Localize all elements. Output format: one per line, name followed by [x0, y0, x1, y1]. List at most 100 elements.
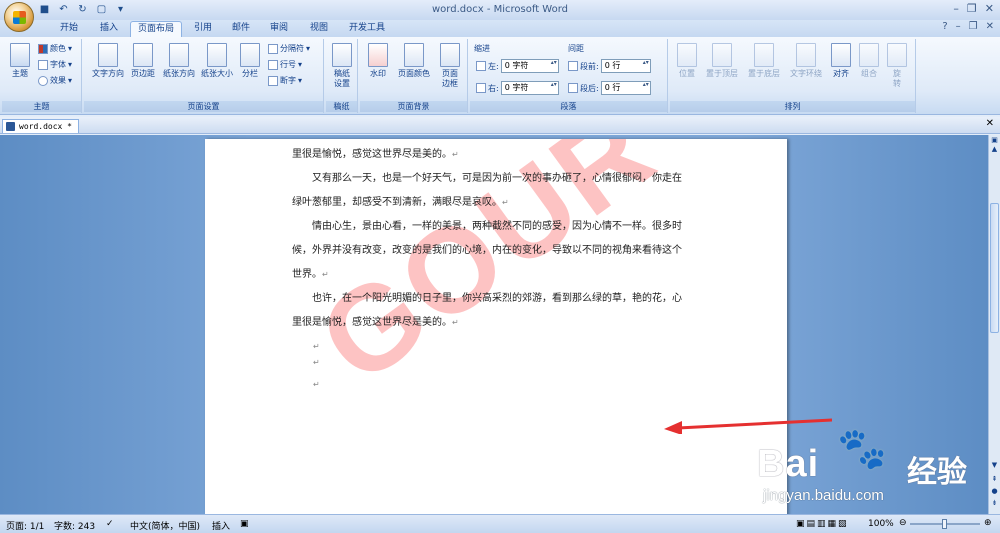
baidu-brand: Bai — [757, 443, 820, 485]
page-border-button[interactable]: 页面 边框 — [436, 43, 464, 89]
scrollbar-thumb[interactable] — [990, 203, 999, 333]
paragraph-line: 也许，在一个阳光明媚的日子里，你兴高采烈的郊游，看到那么绿的草，艳的花，心 — [312, 293, 682, 304]
status-language[interactable]: 中文(简体，中国) — [130, 519, 200, 532]
theme-fonts-button[interactable]: 字体 ▾ — [38, 59, 72, 70]
doc-restore-icon[interactable]: ❐ — [969, 21, 978, 32]
fonts-icon — [38, 59, 48, 70]
window-controls: – ❐ ✕ — [953, 2, 994, 15]
indent-right-icon — [476, 83, 486, 93]
align-icon — [831, 43, 851, 67]
status-bar: 页面: 1/1 字数: 243 ✓ 中文(简体，中国) 插入 ▣ ▣▤▥▦▧ 1… — [0, 514, 1000, 533]
send-to-back-button[interactable]: 置于底层 — [744, 43, 784, 79]
manuscript-settings-button[interactable]: 稿纸 设置 — [328, 43, 356, 89]
tab-insert[interactable]: 插入 — [92, 21, 126, 37]
theme-effects-button[interactable]: 效果 ▾ — [38, 75, 72, 86]
bring-to-front-button[interactable]: 置于顶层 — [702, 43, 742, 79]
group-page-background: 水印 页面颜色 页面 边框 页面背景 — [360, 39, 468, 113]
spacing-after-input[interactable]: 0 行 — [600, 81, 651, 95]
scroll-up-icon[interactable]: ▲ — [990, 145, 999, 154]
document-tab-bar: word.docx * ✕ — [0, 117, 1000, 134]
page-border-icon — [440, 43, 460, 67]
jingyan-brand: 经验 — [907, 455, 967, 490]
indent-heading: 缩进 — [474, 44, 490, 53]
margins-button[interactable]: 页边距 — [128, 43, 158, 79]
paper-size-icon — [207, 43, 227, 67]
page-color-button[interactable]: 页面颜色 — [394, 43, 434, 79]
paragraph-line: 情由心生，景由心看，一样的美景，两种截然不同的感受，因为心情不一样。很多时 — [312, 221, 682, 232]
doc-close-icon[interactable]: ✕ — [986, 21, 994, 32]
rotate-button[interactable]: 旋 转 — [884, 43, 910, 89]
document-close-icon[interactable]: ✕ — [986, 118, 994, 129]
tab-home[interactable]: 开始 — [52, 21, 86, 37]
paper-size-button[interactable]: 纸张大小 — [198, 43, 236, 79]
help-icon[interactable]: ? — [942, 21, 947, 32]
title-bar: ■ ↶ ↻ ▢ ▾ word.docx - Microsoft Word – ❐… — [0, 0, 1000, 20]
theme-button[interactable]: 主题 — [6, 43, 34, 79]
zoom-in-icon[interactable]: ⊕ — [984, 518, 992, 528]
baidu-jingyan-logo: 🐾 Bai 经验 jingyan.baidu.com — [757, 425, 993, 515]
office-button[interactable] — [4, 2, 34, 32]
proofing-icon[interactable]: ✓ — [106, 519, 114, 529]
colors-icon — [38, 43, 48, 54]
zoom-out-icon[interactable]: ⊖ — [899, 518, 907, 528]
tab-review[interactable]: 审阅 — [262, 21, 296, 37]
spacing-after-icon — [568, 83, 578, 93]
word-doc-icon — [6, 122, 15, 131]
group-label-page-setup: 页面设置 — [84, 101, 323, 112]
view-buttons[interactable]: ▣▤▥▦▧ — [796, 519, 849, 529]
margins-icon — [133, 43, 153, 67]
hyphenation-button[interactable]: 断字 ▾ — [268, 75, 302, 86]
document-tab[interactable]: word.docx * — [2, 119, 79, 133]
group-paragraph: 缩进 左:0 字符 右:0 字符 间距 段前:0 行 段后:0 行 段落 — [470, 39, 668, 113]
macro-record-icon[interactable]: ▣ — [240, 519, 249, 529]
orientation-button[interactable]: 纸张方向 — [160, 43, 198, 79]
line-numbers-button[interactable]: 行号 ▾ — [268, 59, 302, 70]
group-label-theme: 主题 — [2, 101, 81, 112]
paragraph-line: 世界。↵ — [292, 269, 329, 280]
text-direction-icon — [98, 43, 118, 67]
indent-left-input[interactable]: 0 字符 — [500, 59, 559, 73]
jingyan-url: jingyan.baidu.com — [763, 487, 884, 504]
minimize-icon[interactable]: – — [953, 2, 959, 15]
spacing-before-row: 段前: 0 行 — [568, 59, 651, 73]
empty-paragraph-mark: ↵ — [313, 380, 320, 389]
doc-minimize-icon[interactable]: – — [956, 21, 961, 32]
status-insert-mode[interactable]: 插入 — [212, 519, 230, 532]
document-page[interactable]: GOUR 里很是愉悦，感觉这世界尽是美的。↵ 又有那么一天，也是一个好天气，可是… — [205, 139, 787, 514]
indent-right-input[interactable]: 0 字符 — [500, 81, 559, 95]
position-button[interactable]: 位置 — [674, 43, 700, 79]
office-logo-icon — [13, 11, 26, 24]
watermark-button[interactable]: 水印 — [364, 43, 392, 79]
breaks-button[interactable]: 分隔符 ▾ — [268, 43, 310, 54]
text-wrapping-button[interactable]: 文字环绕 — [786, 43, 826, 79]
text-direction-button[interactable]: 文字方向 — [88, 43, 128, 79]
zoom-level[interactable]: 100% — [868, 519, 894, 529]
tab-mailings[interactable]: 邮件 — [224, 21, 258, 37]
paragraph-line: 绿叶葱郁里，却感受不到清新，满眼尽是哀叹。↵ — [292, 197, 509, 208]
status-page[interactable]: 页面: 1/1 — [6, 519, 44, 532]
bring-to-front-icon — [712, 43, 732, 67]
send-to-back-icon — [754, 43, 774, 67]
ruler-toggle-icon[interactable]: ▣ — [990, 136, 999, 145]
window-title: word.docx - Microsoft Word — [432, 4, 568, 15]
spacing-before-input[interactable]: 0 行 — [600, 59, 651, 73]
theme-colors-button[interactable]: 颜色 ▾ — [38, 43, 72, 54]
columns-button[interactable]: 分栏 — [238, 43, 262, 79]
restore-icon[interactable]: ❐ — [967, 2, 977, 15]
tab-developer[interactable]: 开发工具 — [342, 21, 392, 37]
paragraph-line: 候，外界并没有改变，改变的是我们的心境，内在的变化，导致以不同的视角来看待这个 — [292, 245, 682, 256]
close-icon[interactable]: ✕ — [985, 2, 994, 15]
group-theme: 主题 颜色 ▾ 字体 ▾ 效果 ▾ 主题 — [2, 39, 82, 113]
zoom-slider-knob[interactable] — [942, 519, 947, 529]
tab-references[interactable]: 引用 — [186, 21, 220, 37]
align-button[interactable]: 对齐 — [828, 43, 854, 79]
status-word-count[interactable]: 字数: 243 — [54, 519, 95, 532]
tab-view[interactable]: 视图 — [302, 21, 336, 37]
breaks-icon — [268, 43, 278, 54]
group-label-page-background: 页面背景 — [360, 101, 467, 112]
empty-paragraph-mark: ↵ — [313, 358, 320, 367]
indent-right-row: 右: 0 字符 — [476, 81, 559, 95]
zoom-slider[interactable] — [910, 519, 980, 529]
tab-page-layout[interactable]: 页面布局 — [130, 21, 182, 37]
group-objects-button[interactable]: 组合 — [856, 43, 882, 79]
